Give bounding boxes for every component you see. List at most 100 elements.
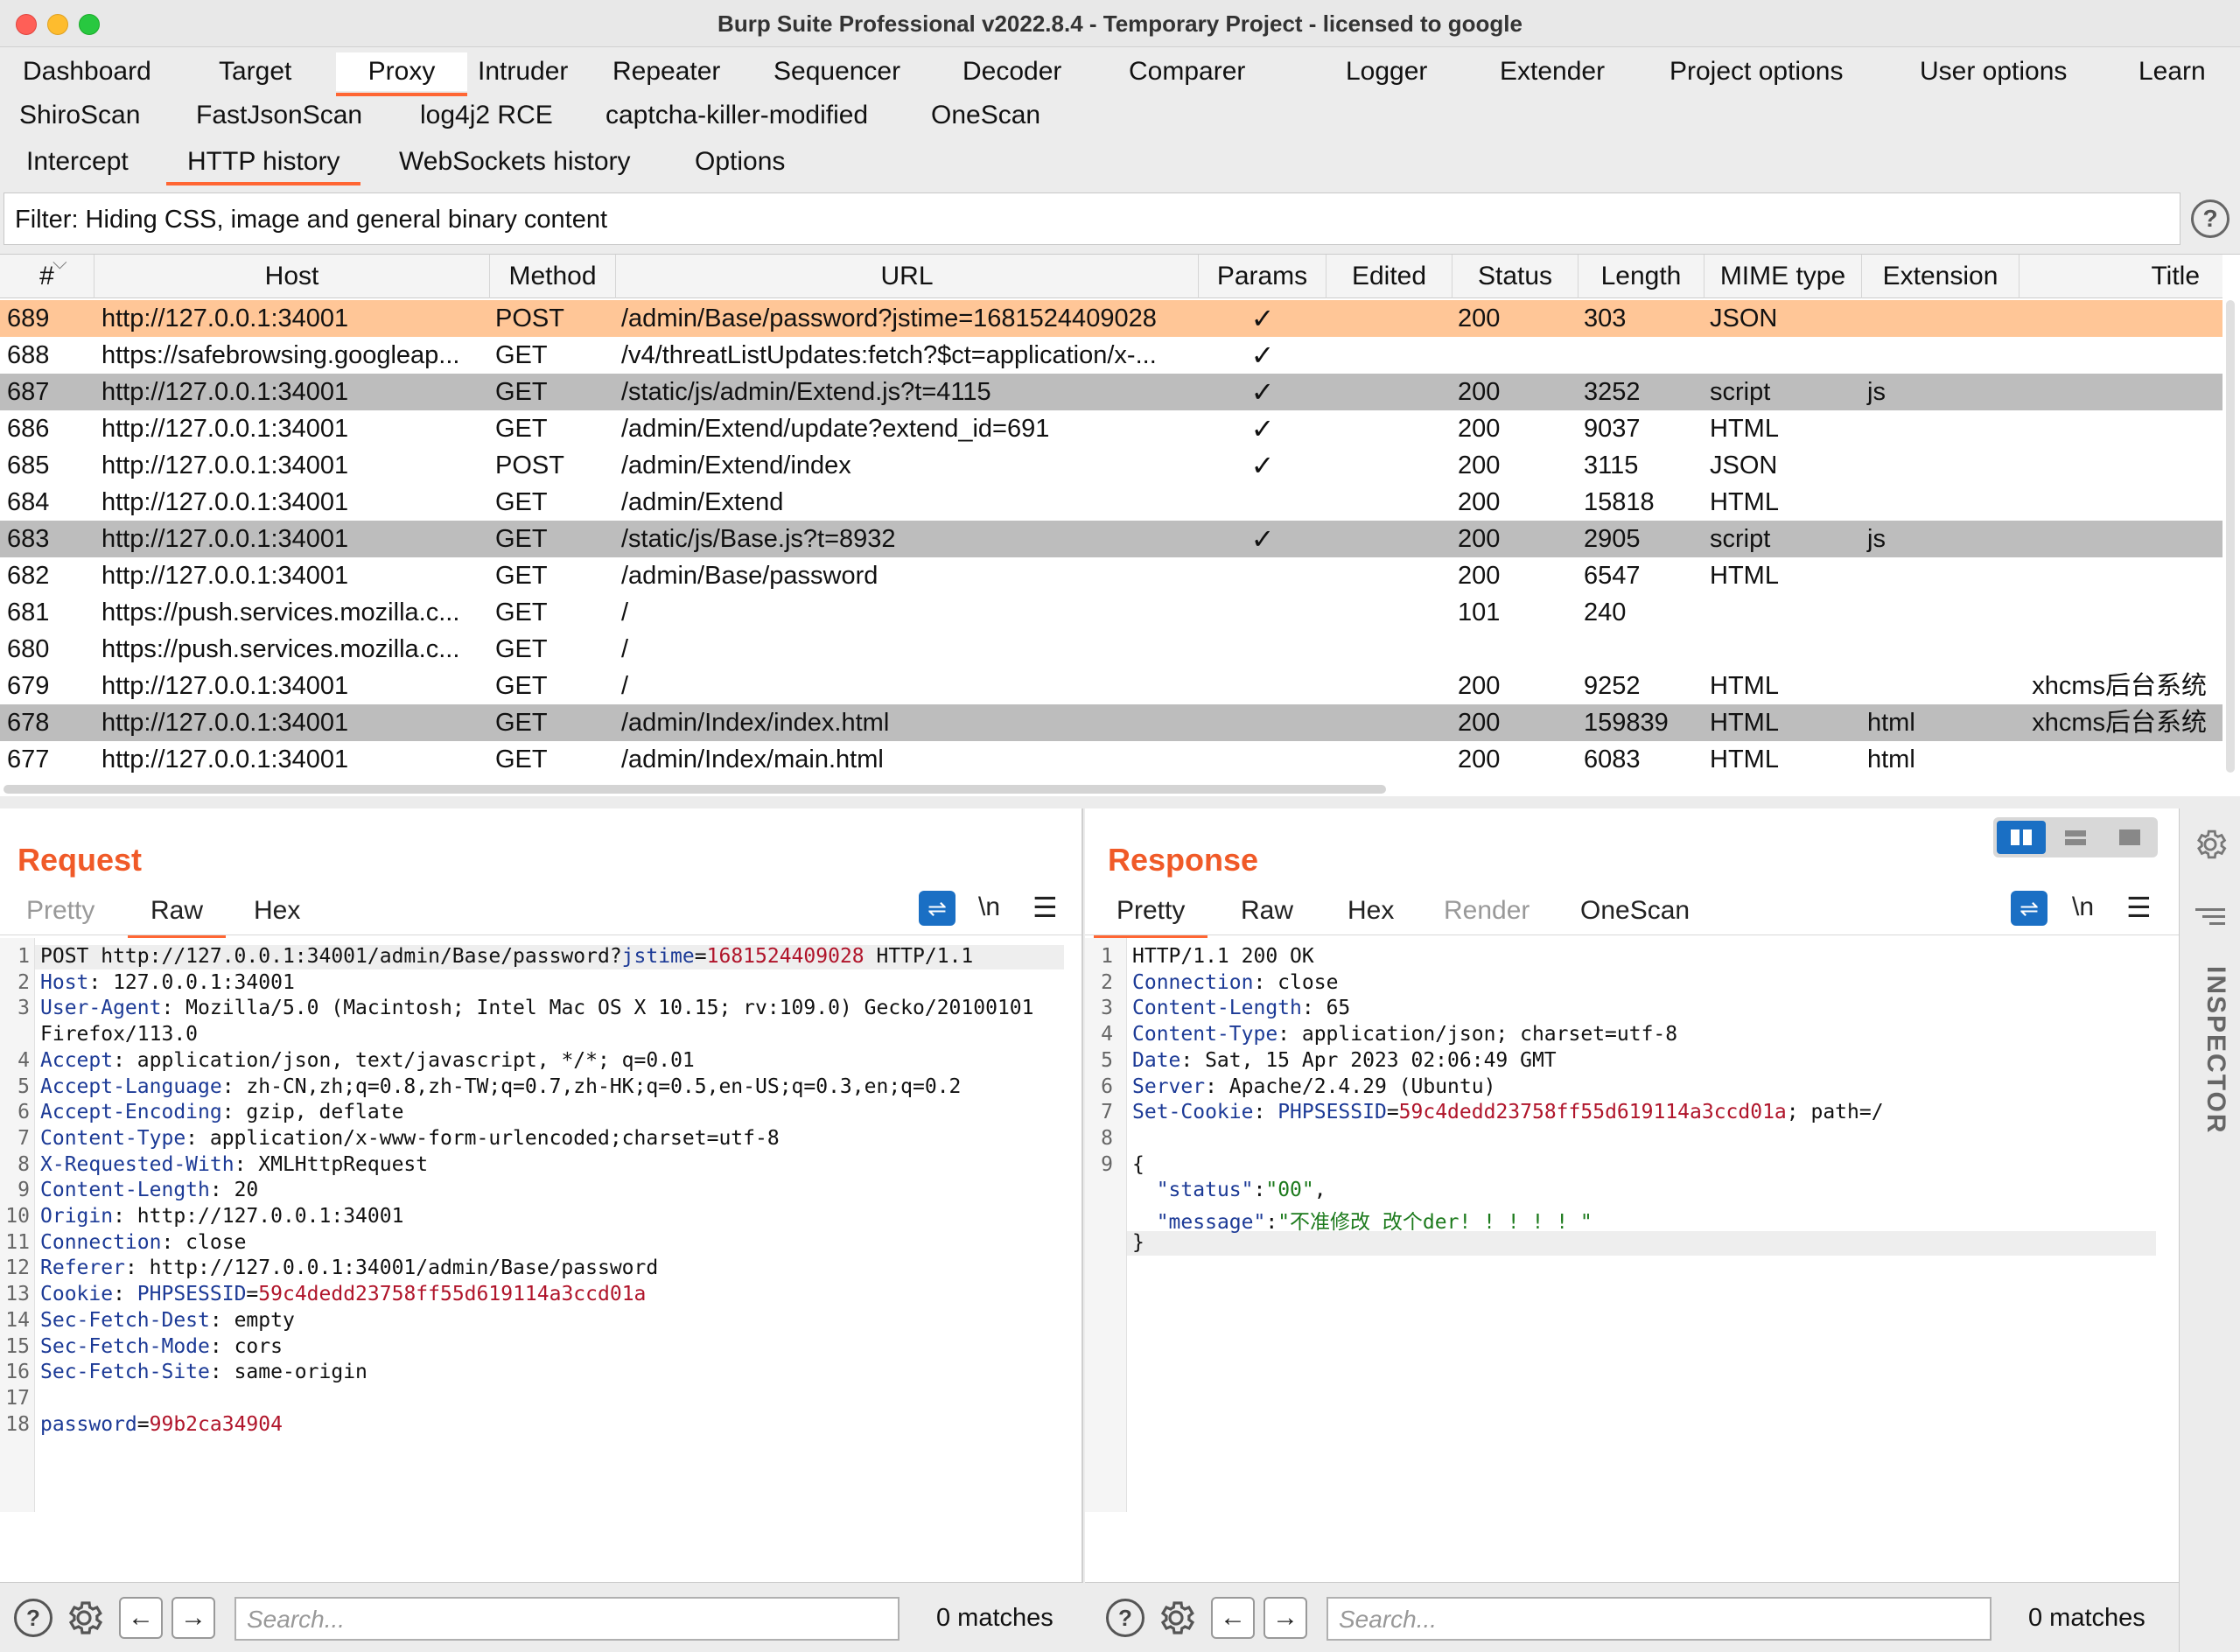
main-tab-intruder[interactable]: Intruder [471,52,575,91]
table-row[interactable]: 679 http://127.0.0.1:34001 GET / 200 9252 HTML… [0,668,2222,704]
main-tab-log4j2-rce[interactable]: log4j2 RCE [413,98,560,133]
code-line: Sec-Fetch-Site: same-origin [40,1361,368,1383]
cell-params [1199,704,1326,741]
main-tab-bar: Dashboard Target Proxy Intruder Repeater Sequ… [0,47,2240,138]
column-header-length[interactable]: Length [1578,255,1704,298]
cell-method: GET [495,746,548,774]
tabbed-layout-icon[interactable] [2105,821,2154,854]
code-token: Cookie [40,1283,114,1306]
column-header-extension[interactable]: Extension [1862,255,2020,298]
table-row[interactable]: 677 http://127.0.0.1:34001 GET/admin/Index… [0,741,2222,778]
column-header-method[interactable]: Method [490,255,616,298]
main-tab-fastjsonscan[interactable]: FastJsonScan [189,98,369,133]
settings-gear-icon[interactable] [1155,1597,1197,1643]
table-row[interactable]: 687 http://127.0.0.1:34001 GET/static/js/a… [0,374,2222,410]
cell-length: 15818 [1584,488,1655,516]
main-tab-decoder[interactable]: Decoder [956,52,1068,91]
main-tab-extender[interactable]: Extender [1493,52,1612,91]
table-row[interactable]: 682 http://127.0.0.1:34001 GET/admin/Base/… [0,557,2222,594]
inspector-label[interactable]: INSPECTOR [2187,966,2230,1134]
column-header-params[interactable]: Params [1199,255,1326,298]
menu-icon[interactable]: ☰ [1032,891,1058,924]
table-row[interactable]: 683 http://127.0.0.1:34001 GET/static/js/B… [0,521,2222,557]
cell-host: http://127.0.0.1:34001 [102,488,349,516]
column-header-status[interactable]: Status [1452,255,1578,298]
tab-pretty[interactable]: Pretty [1093,896,1208,938]
request-search-input[interactable]: Search... [234,1597,900,1641]
previous-match-button[interactable]: ← [1211,1597,1255,1639]
column-header-number[interactable]: # [0,255,94,298]
settings-gear-icon[interactable] [63,1597,105,1643]
tab-pretty[interactable]: Pretty [26,896,94,926]
previous-match-button[interactable]: ← [119,1597,163,1639]
stacked-layout-icon[interactable] [2051,821,2100,854]
table-row[interactable]: 678 http://127.0.0.1:34001 GET/admin/Index… [0,704,2222,741]
column-header-title[interactable]: Title [2020,255,2214,298]
main-tab-dashboard[interactable]: Dashboard [16,52,158,91]
horizontal-scrollbar[interactable] [4,785,1386,794]
table-row[interactable]: 680 https://push.services.mozilla.c... GET… [0,631,2222,668]
sub-tab-intercept[interactable]: Intercept [26,147,129,177]
table-row[interactable]: 689 http://127.0.0.1:34001 POST/admin/Base… [0,300,2222,337]
tab-hex[interactable]: Hex [1348,896,1394,926]
code-token: X-Requested-With [40,1152,234,1176]
main-tab-proxy[interactable]: Proxy [336,52,467,96]
main-tab-repeater[interactable]: Repeater [606,52,727,91]
table-row[interactable]: 685 http://127.0.0.1:34001 POST/admin/Exte… [0,447,2222,484]
response-editor[interactable]: 1 HTTP/1.1 200 OK 2 Connection: close 3 Conte… [1085,938,2179,1512]
line-number: 13 [5,1283,30,1306]
line-number: 8 [18,1152,30,1176]
column-header-mime-type[interactable]: MIME type [1704,255,1862,298]
tab-onescan[interactable]: OneScan [1580,896,1690,926]
main-tab-user-options[interactable]: User options [1913,52,2074,91]
inspector-settings-gear-icon[interactable] [2192,826,2229,867]
menu-icon[interactable]: ☰ [2126,891,2152,924]
main-tab-logger[interactable]: Logger [1339,52,1434,91]
help-icon[interactable]: ? [14,1599,52,1637]
show-newlines-button[interactable]: \n [978,892,1000,922]
show-newlines-button[interactable]: \n [2072,892,2094,922]
main-tab-shiroscan[interactable]: ShiroScan [12,98,147,133]
cell-length: 159839 [1584,709,1669,737]
sub-tab-options[interactable]: Options [695,147,785,177]
column-header-edited[interactable]: Edited [1326,255,1452,298]
response-search-input[interactable]: Search... [1326,1597,1992,1641]
code-token: : Sat, 15 Apr 2023 02:06:49 GMT [1180,1048,1557,1072]
side-by-side-layout-icon[interactable] [1997,821,2046,854]
filter-help-icon[interactable]: ? [2191,200,2230,238]
help-icon[interactable]: ? [1106,1599,1144,1637]
cell-length: 3252 [1584,378,1641,406]
column-header-url[interactable]: URL [616,255,1199,298]
wrap-lines-icon[interactable]: ⇌ [919,891,956,926]
main-tab-comparer[interactable]: Comparer [1122,52,1252,91]
next-match-button[interactable]: → [1264,1597,1307,1639]
cell-params [1199,668,1326,704]
main-tab-sequencer[interactable]: Sequencer [766,52,907,91]
table-row[interactable]: 686 http://127.0.0.1:34001 GET/admin/Exten… [0,410,2222,447]
vertical-scrollbar[interactable] [2226,300,2235,773]
next-match-button[interactable]: → [172,1597,215,1639]
cell-host: http://127.0.0.1:34001 [102,415,349,443]
table-row[interactable]: 688 https://safebrowsing.googleap... GET/v… [0,337,2222,374]
tab-raw[interactable]: Raw [1241,896,1293,926]
table-row[interactable]: 684 http://127.0.0.1:34001 GET/admin/Exten… [0,484,2222,521]
tab-render[interactable]: Render [1444,896,1530,926]
table-row[interactable]: 681 https://push.services.mozilla.c... GET… [0,594,2222,631]
tab-raw[interactable]: Raw [127,896,227,938]
wrap-lines-icon[interactable]: ⇌ [2011,891,2048,926]
cell-edited [1326,557,1452,594]
main-tab-project-options[interactable]: Project options [1662,52,1850,91]
sub-tab-http-history[interactable]: HTTP history [165,147,362,186]
cell-title [2020,447,2214,484]
sort-chevron-down-icon[interactable]: ⌵ [52,251,67,274]
request-editor[interactable]: 1 POST http://127.0.0.1:34001/admin/Base/… [0,938,1082,1512]
tab-hex[interactable]: Hex [254,896,300,926]
main-tab-captcha-killer-modified[interactable]: captcha-killer-modified [598,98,875,133]
main-tab-target[interactable]: Target [212,52,298,91]
filter-bar[interactable]: Filter: Hiding CSS, image and general bi… [4,192,2180,245]
sub-tab-websockets-history[interactable]: WebSockets history [399,147,631,177]
column-header-host[interactable]: Host [94,255,490,298]
main-tab-learn[interactable]: Learn [2132,52,2213,91]
code-line: Origin: http://127.0.0.1:34001 [40,1205,403,1228]
main-tab-onescan[interactable]: OneScan [924,98,1047,133]
